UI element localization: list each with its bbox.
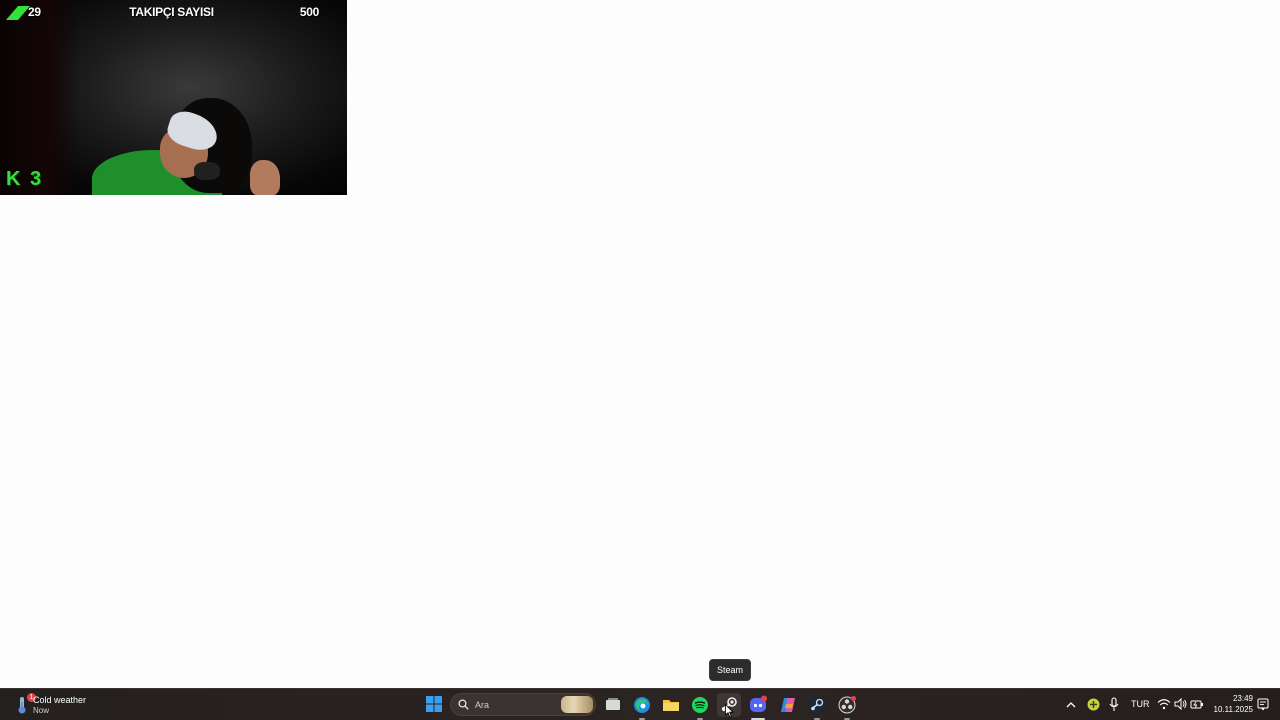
weather-subtitle: Now: [33, 706, 50, 715]
search-input[interactable]: [475, 694, 545, 715]
desktop: 29 TAKIPÇI SAYISI 500 K 3 Steam 1 Cold w…: [0, 0, 1280, 720]
webcam-title: TAKIPÇI SAYISI: [129, 5, 214, 19]
spotify-icon: [692, 697, 708, 713]
copilot-icon: [781, 698, 795, 712]
weather-title: Cold weather: [33, 695, 87, 705]
folder-icon: [663, 700, 679, 711]
discord-icon: [750, 695, 767, 712]
search-highlight-image: [561, 696, 593, 713]
taskbar-app-task-view[interactable]: [601, 693, 625, 717]
taskbar-tooltip: Steam: [709, 659, 752, 681]
edge-icon: [634, 697, 650, 713]
clock-date: 10.11.2025: [1213, 705, 1253, 714]
battery-icon[interactable]: [1190, 698, 1204, 710]
webcam-right-value: 500: [299, 5, 319, 19]
webcam-person-hand: [250, 160, 280, 195]
webcam-background: [0, 0, 80, 195]
taskbar-app-edge[interactable]: [630, 693, 654, 720]
webcam-logo: K 3: [6, 168, 44, 190]
taskbar: 1 Cold weather Now Ara TUR 23:49 10.11.2…: [0, 688, 1280, 720]
mouse-cursor-icon: [725, 704, 734, 718]
clock-time: 23:49: [1232, 694, 1253, 703]
language-indicator[interactable]: TUR: [1131, 699, 1150, 709]
webcam-overlay: 29 TAKIPÇI SAYISI 500 K 3: [0, 0, 347, 195]
search-icon: [458, 699, 469, 710]
status-icon[interactable]: [1087, 698, 1100, 711]
microphone-icon[interactable]: [1108, 697, 1120, 712]
chevron-up-icon[interactable]: [1065, 699, 1077, 711]
steam-icon: [809, 697, 825, 713]
taskbar-app-obs[interactable]: [835, 693, 859, 720]
weather-widget[interactable]: 1 Cold weather Now: [8, 691, 98, 718]
taskbar-app-discord[interactable]: [746, 693, 770, 720]
notification-bell-icon[interactable]: [1257, 698, 1269, 711]
taskbar-app-steam[interactable]: [805, 693, 829, 720]
obs-icon: [838, 696, 856, 714]
task-view-icon: [606, 698, 620, 710]
taskbar-app-file-explorer[interactable]: [659, 693, 683, 717]
webcam-person-headphone: [194, 162, 220, 180]
taskbar-app-copilot[interactable]: [776, 693, 800, 717]
wifi-icon[interactable]: [1157, 698, 1171, 710]
taskbar-clock[interactable]: 23:49 10.11.2025: [1209, 693, 1253, 715]
volume-icon[interactable]: [1174, 698, 1187, 710]
windows-start-icon[interactable]: [423, 693, 445, 715]
taskbar-app-spotify[interactable]: [688, 693, 712, 720]
taskbar-search-box[interactable]: [450, 693, 596, 716]
